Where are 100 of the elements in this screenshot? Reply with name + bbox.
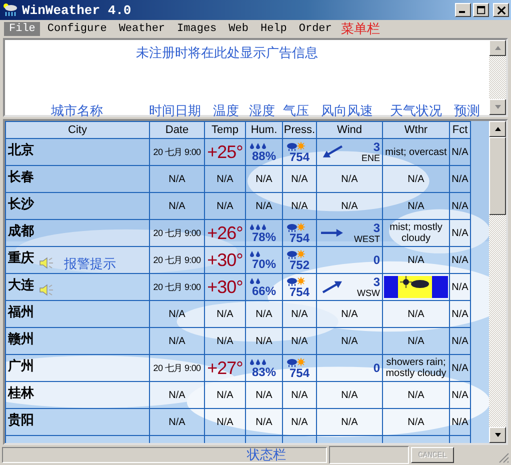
annotation-label: 风向风速 bbox=[321, 102, 373, 120]
weather-text: mist; overcast bbox=[385, 146, 447, 158]
pressure-text: 754 bbox=[289, 366, 310, 378]
scroll-down-button[interactable] bbox=[489, 99, 506, 115]
forecast-text: N/A bbox=[452, 308, 468, 320]
column-header[interactable]: Wind bbox=[316, 122, 382, 138]
resize-grip-icon bbox=[499, 453, 509, 463]
weather-text: N/A bbox=[408, 308, 424, 320]
drops-icon bbox=[249, 250, 261, 258]
temperature-text: N/A bbox=[216, 174, 234, 184]
cloud-sun-icon bbox=[286, 358, 306, 366]
humidity-text: 78% bbox=[252, 230, 276, 242]
pressure-text: N/A bbox=[291, 416, 308, 428]
wind-direction-text: WSW bbox=[357, 288, 380, 298]
date-text: N/A bbox=[168, 416, 186, 428]
column-header[interactable]: Temp bbox=[204, 122, 246, 138]
wind-direction-text: WEST bbox=[354, 234, 380, 244]
date-text: N/A bbox=[168, 390, 186, 400]
scroll-up-button[interactable] bbox=[489, 121, 506, 137]
scroll-up-button[interactable] bbox=[489, 40, 506, 56]
maximize-button[interactable] bbox=[473, 3, 489, 17]
annotation-label: 城市名称 bbox=[51, 102, 103, 120]
city-name: 赣州 bbox=[8, 330, 34, 348]
forecast-text: N/A bbox=[452, 228, 468, 238]
weather-text: N/A bbox=[408, 416, 424, 428]
date-text: 20 七月 9:00 bbox=[153, 228, 201, 238]
date-text: 20 七月 9:00 bbox=[153, 282, 201, 292]
close-button[interactable] bbox=[493, 3, 509, 17]
weather-text: N/A bbox=[408, 200, 424, 212]
column-header[interactable]: City bbox=[6, 122, 150, 138]
forecast-text: N/A bbox=[452, 174, 468, 184]
cloud-sun-icon bbox=[286, 250, 306, 258]
annotation-label: 状态栏 bbox=[247, 448, 286, 462]
menu-item[interactable]: Images bbox=[172, 22, 222, 36]
drops-icon bbox=[249, 142, 267, 150]
window-title: WinWeather 4.0 bbox=[22, 2, 132, 18]
drops-icon bbox=[249, 278, 261, 284]
city-name: 福州 bbox=[8, 303, 34, 321]
cloud-rain-icon bbox=[2, 2, 18, 18]
date-text: N/A bbox=[168, 200, 186, 212]
wind-text: N/A bbox=[341, 174, 358, 184]
column-header[interactable]: Date bbox=[150, 122, 204, 138]
wind-speed-text: 3 bbox=[373, 140, 380, 154]
up-arrow-icon bbox=[494, 125, 502, 133]
weather-text: N/A bbox=[408, 174, 424, 184]
menu-item[interactable]: Help bbox=[255, 22, 292, 36]
temperature-text: N/A bbox=[216, 390, 234, 400]
minimize-button[interactable] bbox=[455, 3, 471, 17]
wind-direction-text: ENE bbox=[361, 154, 380, 164]
wind-text: N/A bbox=[341, 200, 358, 212]
temperature-text: N/A bbox=[216, 416, 234, 428]
annotation-label: 预测 bbox=[454, 102, 480, 120]
forecast-text: N/A bbox=[452, 282, 468, 292]
date-text: 20 七月 9:00 bbox=[153, 362, 201, 372]
city-name: 成都 bbox=[8, 222, 34, 240]
menu-item[interactable]: Web bbox=[224, 22, 254, 36]
pressure-text: N/A bbox=[291, 200, 308, 212]
temperature-text: +30° bbox=[207, 276, 243, 296]
down-arrow-icon bbox=[494, 431, 502, 439]
drops-icon bbox=[249, 358, 267, 366]
pressure-text: 752 bbox=[289, 258, 310, 270]
menu-item[interactable]: File bbox=[4, 22, 40, 36]
forecast-text: N/A bbox=[452, 254, 468, 266]
pressure-text: N/A bbox=[291, 174, 308, 184]
annotation-label: 温度 bbox=[213, 102, 239, 120]
weather-text: mist; mostly cloudy bbox=[388, 222, 444, 244]
menu-item[interactable]: Configure bbox=[42, 22, 112, 36]
city-name: 北京 bbox=[8, 141, 34, 159]
city-name: 长春 bbox=[8, 168, 34, 186]
column-header[interactable]: Fct bbox=[450, 122, 470, 138]
date-text: 20 七月 9:00 bbox=[153, 146, 201, 156]
wind-speed-text: 3 bbox=[373, 276, 380, 289]
forecast-text: N/A bbox=[452, 390, 468, 400]
pressure-text: 754 bbox=[289, 150, 310, 162]
city-name: 贵阳 bbox=[8, 411, 34, 429]
humidity-text: N/A bbox=[256, 200, 272, 212]
city-name: 大连 bbox=[8, 276, 34, 294]
temperature-text: +25° bbox=[207, 142, 243, 162]
scroll-thumb[interactable] bbox=[489, 137, 506, 215]
menu-item[interactable]: Order bbox=[294, 22, 337, 36]
column-header[interactable]: Press. bbox=[282, 122, 316, 138]
temperature-text: N/A bbox=[216, 200, 234, 212]
humidity-text: N/A bbox=[256, 390, 272, 400]
humidity-text: N/A bbox=[256, 308, 272, 320]
city-name: 重庆 bbox=[8, 249, 34, 267]
wind-text: N/A bbox=[341, 416, 358, 428]
scroll-down-button[interactable] bbox=[489, 427, 506, 443]
column-header[interactable]: Hum. bbox=[246, 122, 282, 138]
annotation-label: 天气状况 bbox=[390, 102, 442, 120]
forecast-text: N/A bbox=[452, 362, 468, 374]
wind-speed-text: 0 bbox=[373, 254, 380, 266]
wind-text: N/A bbox=[341, 308, 358, 320]
annotation-label: 湿度 bbox=[249, 102, 275, 120]
minimize-icon bbox=[458, 11, 464, 13]
date-text: N/A bbox=[168, 174, 186, 184]
column-header[interactable]: Wthr bbox=[382, 122, 450, 138]
forecast-text: N/A bbox=[452, 416, 468, 428]
menu-item[interactable]: Weather bbox=[114, 22, 170, 36]
city-name: 广州 bbox=[8, 357, 34, 375]
wind-speed-text: 3 bbox=[373, 222, 380, 235]
